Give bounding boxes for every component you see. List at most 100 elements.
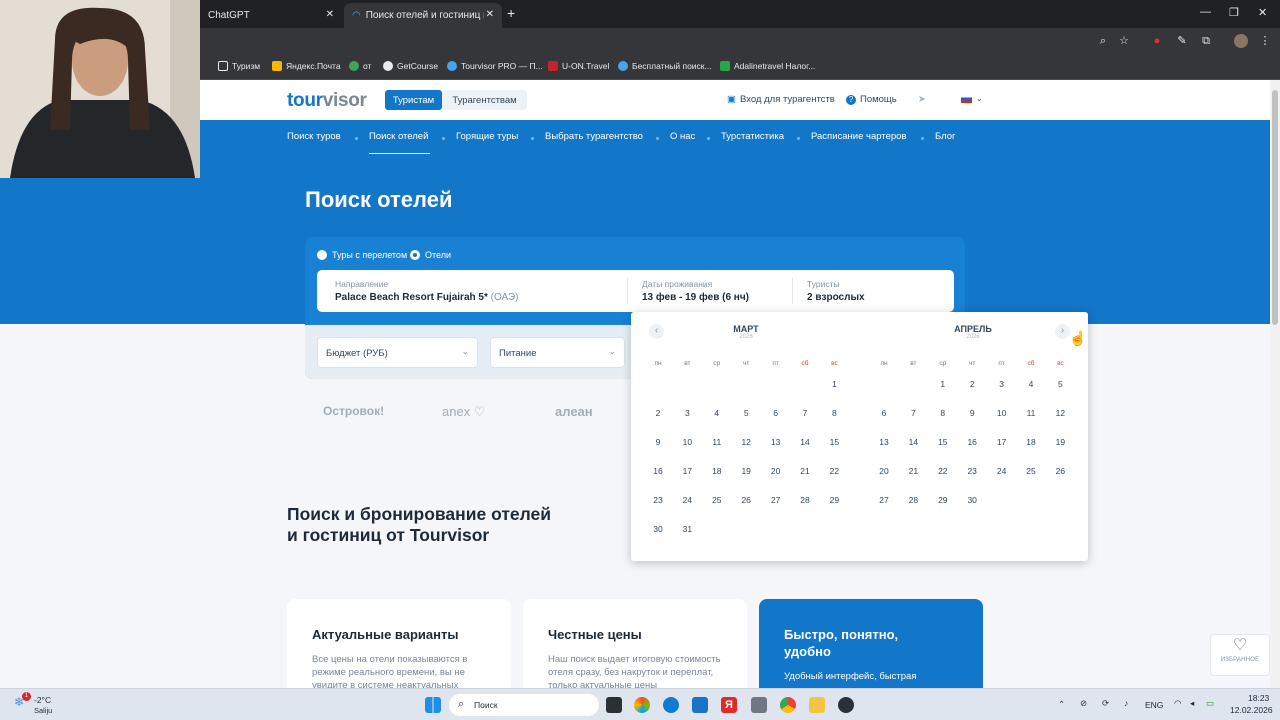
calendar-day[interactable]: 10 [675, 437, 699, 447]
calendar-day[interactable]: 19 [734, 466, 758, 476]
nav-statistics[interactable]: Турстатистика [721, 131, 784, 142]
avatar[interactable] [1234, 34, 1248, 48]
calendar-day[interactable]: 31 [675, 524, 699, 534]
puzzle-icon[interactable]: ⧉ [1200, 35, 1212, 47]
calendar-day[interactable]: 22 [931, 466, 955, 476]
language-selector[interactable]: ⌄ [961, 94, 983, 103]
yandex-icon[interactable]: Я [721, 697, 737, 713]
maximize-icon[interactable]: ❐ [1229, 6, 1239, 19]
calendar-day[interactable]: 3 [990, 379, 1014, 389]
calculator-icon[interactable] [751, 697, 767, 713]
calendar-day[interactable]: 1 [931, 379, 955, 389]
radio-hotels[interactable]: Отели [410, 250, 451, 260]
calendar-day[interactable]: 20 [764, 466, 788, 476]
tourvisor-logo[interactable]: tourvisor [287, 90, 367, 112]
calendar-day[interactable]: 6 [764, 408, 788, 418]
zoom-icon[interactable]: ⌕ [1097, 35, 1109, 47]
calendar-day[interactable]: 7 [901, 408, 925, 418]
calendar-day[interactable]: 5 [1048, 379, 1072, 389]
nav-about[interactable]: О нас [670, 131, 695, 142]
calendar-day[interactable]: 23 [646, 495, 670, 505]
nav-hotel-search[interactable]: Поиск отелей [369, 131, 428, 142]
calendar-day[interactable]: 20 [872, 466, 896, 476]
chrome-icon[interactable] [780, 697, 796, 713]
plus-icon[interactable]: + [507, 5, 515, 21]
close-icon[interactable]: ✕ [486, 9, 494, 20]
calendar-day[interactable]: 12 [1048, 408, 1072, 418]
microphone-icon[interactable]: ♪ [1124, 698, 1128, 708]
calendar-day[interactable]: 18 [1019, 437, 1043, 447]
bookmark-ot[interactable]: от [349, 61, 371, 71]
wifi-icon[interactable]: ◠ [1174, 698, 1181, 709]
calendar-day[interactable]: 16 [646, 466, 670, 476]
calendar-day[interactable]: 19 [1048, 437, 1072, 447]
calendar-day[interactable]: 16 [960, 437, 984, 447]
bookmark-yandex-mail[interactable]: Яндекс.Почта [272, 61, 341, 71]
calendar-day[interactable]: 17 [990, 437, 1014, 447]
clock-date[interactable]: 12.02.2026 [1230, 705, 1273, 715]
calendar-day[interactable]: 11 [705, 437, 729, 447]
copilot-icon[interactable] [634, 697, 650, 713]
help-link[interactable]: ? Помощь [846, 94, 897, 105]
calendar-day[interactable]: 25 [1019, 466, 1043, 476]
calendar-day[interactable]: 15 [931, 437, 955, 447]
store-icon[interactable] [692, 697, 708, 713]
close-icon[interactable]: ✕ [326, 9, 334, 20]
calendar-day[interactable]: 24 [990, 466, 1014, 476]
volume-icon[interactable]: ◂ [1190, 698, 1194, 709]
sync-icon[interactable]: ⟳ [1102, 698, 1109, 709]
tab-chatgpt[interactable]: ChatGPT ✕ [200, 3, 342, 28]
task-view-icon[interactable] [606, 697, 622, 713]
prev-month-button[interactable]: ‹ [649, 324, 664, 339]
file-explorer-icon[interactable] [809, 697, 825, 713]
calendar-day[interactable]: 22 [822, 466, 846, 476]
calendar-day[interactable]: 2 [646, 408, 670, 418]
menu-icon[interactable]: ⋮ [1259, 35, 1271, 47]
calendar-day[interactable]: 10 [990, 408, 1014, 418]
calendar-day[interactable]: 14 [901, 437, 925, 447]
calendar-day[interactable]: 15 [822, 437, 846, 447]
edge-icon[interactable] [663, 697, 679, 713]
calendar-day[interactable]: 2 [960, 379, 984, 389]
tab-tourists[interactable]: Туристам [385, 90, 442, 110]
calendar-day[interactable]: 28 [901, 495, 925, 505]
calendar-day[interactable]: 26 [734, 495, 758, 505]
minimize-icon[interactable]: — [1200, 6, 1211, 18]
language-indicator[interactable]: ENG [1145, 700, 1163, 710]
next-month-button[interactable]: › [1055, 324, 1070, 339]
bookmark-getcourse[interactable]: GetCourse [383, 61, 438, 71]
calendar-day[interactable]: 1 [822, 379, 846, 389]
calendar-day[interactable]: 18 [705, 466, 729, 476]
calendar-day[interactable]: 6 [872, 408, 896, 418]
calendar-day[interactable]: 9 [646, 437, 670, 447]
calendar-day[interactable]: 7 [793, 408, 817, 418]
calendar-day[interactable]: 28 [793, 495, 817, 505]
calendar-day[interactable]: 24 [675, 495, 699, 505]
calendar-day[interactable]: 14 [793, 437, 817, 447]
calendar-day[interactable]: 8 [931, 408, 955, 418]
favorites-button[interactable]: ♡ ИЗБРАННОЕ [1210, 634, 1270, 676]
calendar-day[interactable]: 17 [675, 466, 699, 476]
extension-icon[interactable]: ● [1151, 35, 1163, 47]
scrollbar-thumb[interactable] [1272, 90, 1278, 325]
calendar-day[interactable]: 30 [646, 524, 670, 534]
radio-tours-with-flight[interactable]: Туры с перелетом [317, 250, 407, 260]
bookmark-adalinetravel[interactable]: Adalinetravel Налог... [720, 61, 815, 71]
calendar-day[interactable]: 27 [872, 495, 896, 505]
calendar-day[interactable]: 13 [872, 437, 896, 447]
bookmark-free-search[interactable]: Бесплатный поиск... [618, 61, 712, 71]
agent-login-link[interactable]: ▣ Вход для турагентств [727, 94, 835, 105]
budget-select[interactable]: Бюджет (РУБ) ⌄ [317, 337, 478, 368]
bookmark-uon[interactable]: U-ON.Travel [548, 61, 609, 71]
close-window-icon[interactable]: ✕ [1258, 6, 1267, 19]
tab-agencies[interactable]: Турагентствам [442, 90, 527, 110]
nav-blog[interactable]: Блог [935, 131, 956, 142]
calendar-day[interactable]: 8 [822, 408, 846, 418]
calendar-day[interactable]: 11 [1019, 408, 1043, 418]
calendar-day[interactable]: 29 [822, 495, 846, 505]
page-scrollbar[interactable] [1270, 80, 1280, 690]
calendar-day[interactable]: 4 [705, 408, 729, 418]
telegram-icon[interactable]: ➤ [918, 94, 926, 105]
calendar-day[interactable]: 3 [675, 408, 699, 418]
calendar-day[interactable]: 21 [901, 466, 925, 476]
